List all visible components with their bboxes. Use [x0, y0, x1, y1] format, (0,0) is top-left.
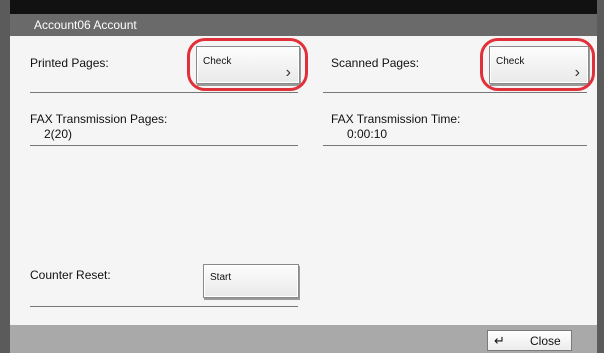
fax-transmission-pages-label: FAX Transmission Pages: [30, 112, 168, 126]
fax-transmission-pages-value: 2(20) [44, 127, 73, 141]
top-border [0, 0, 604, 14]
printed-pages-label: Printed Pages: [30, 56, 109, 70]
counter-reset-label: Counter Reset: [30, 268, 111, 282]
enter-icon: ↵ [494, 333, 505, 348]
fax-transmission-time-value: 0:00:10 [347, 127, 388, 141]
fax-transmission-time-label: FAX Transmission Time: [331, 112, 461, 126]
close-button-label: Close [530, 334, 561, 348]
printed-pages-highlight-ring [187, 38, 308, 91]
scanned-pages-label: Scanned Pages: [331, 56, 420, 70]
title-bar: Account06 Account [10, 14, 597, 36]
close-button[interactable]: ↵ Close [487, 330, 572, 351]
fax-time-divider [323, 145, 587, 146]
account-counter-screen: Account06 Account Printed Pages: Check ›… [0, 0, 604, 353]
left-frame [0, 0, 10, 353]
right-frame [597, 0, 604, 353]
window-title: Account06 Account [34, 18, 137, 32]
counter-reset-start-button[interactable]: Start [203, 264, 299, 298]
printed-pages-divider [30, 92, 298, 93]
fax-pages-divider [30, 145, 298, 146]
scanned-pages-divider [323, 92, 587, 93]
counter-reset-divider [30, 306, 298, 307]
counter-reset-start-label: Start [210, 272, 232, 283]
scanned-pages-highlight-ring [480, 38, 595, 91]
